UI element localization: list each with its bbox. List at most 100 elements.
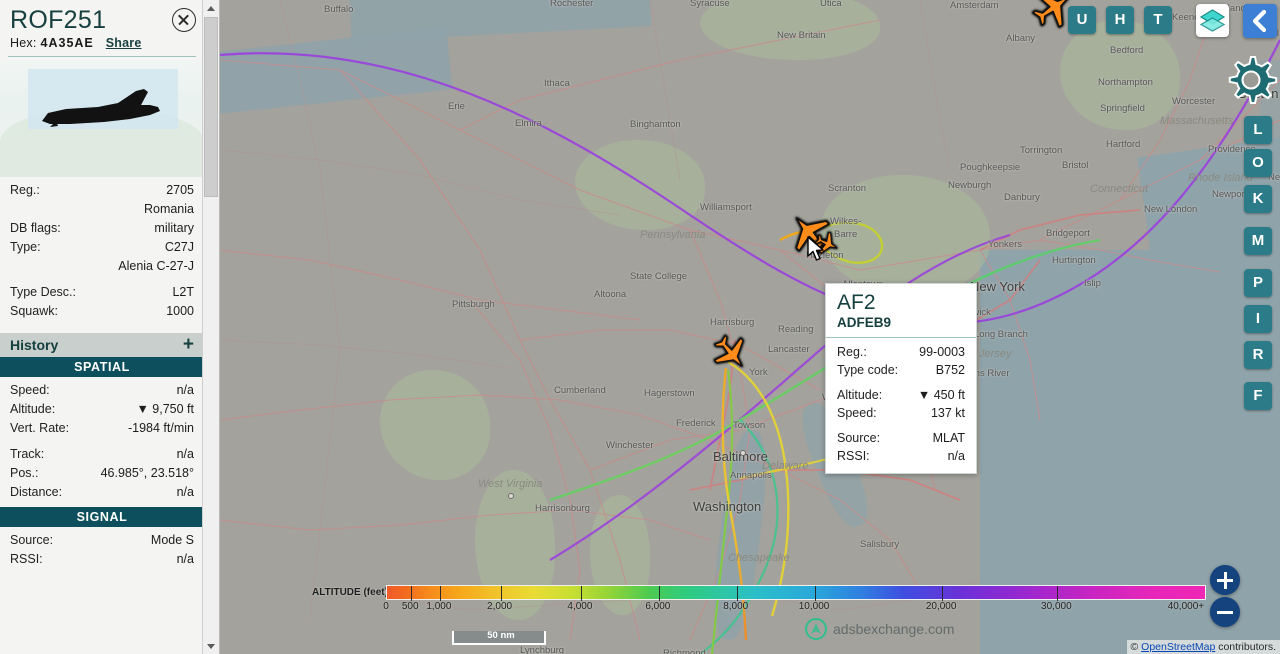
aircraft-marker-af2[interactable] (712, 335, 750, 371)
detail-key: Type: (10, 240, 41, 254)
detail-row: Alenia C-27-J (0, 257, 204, 276)
popup-key: Source: (837, 431, 881, 445)
altitude-legend-gradient (386, 585, 1206, 601)
detail-value: ▼ 9,750 ft (136, 402, 194, 416)
close-icon[interactable] (172, 8, 196, 32)
brand-label: adsbexchange.com (833, 621, 955, 637)
map-button-k[interactable]: K (1244, 185, 1272, 213)
share-link[interactable]: Share (106, 36, 142, 50)
detail-value: n/a (176, 383, 194, 397)
scrollbar-thumb[interactable] (204, 17, 218, 197)
legend-tick-label: 30,000 (1041, 601, 1072, 612)
map-button-f[interactable]: F (1244, 382, 1272, 410)
sidebar-callsign-title: ROF251 (10, 6, 107, 34)
popup-value: ▼ 450 ft (917, 388, 965, 402)
aircraft-detail-sidebar[interactable]: ROF251 Hex: 4A35AE Share Reg.: 2705 Romania D… (0, 0, 220, 654)
hex-label: Hex: (10, 36, 37, 50)
popup-value: 137 kt (930, 406, 965, 420)
detail-key: Distance: (10, 485, 63, 499)
collapse-panel-button[interactable] (1243, 4, 1277, 38)
legend-tick-label: 20,000 (925, 601, 957, 612)
adsbexchange-logo-icon (805, 618, 827, 640)
chevron-left-icon (1252, 9, 1267, 33)
map-button-r[interactable]: R (1244, 341, 1272, 369)
history-label: History (10, 337, 59, 353)
map-button-m[interactable]: M (1244, 227, 1272, 255)
aircraft-photo (0, 59, 204, 177)
detail-row: Vert. Rate: -1984 ft/min (0, 419, 204, 438)
scroll-down-arrow-icon[interactable] (203, 638, 219, 654)
sidebar-divider (8, 56, 196, 57)
detail-row: Track: n/a (0, 445, 204, 464)
attribution-suffix: contributors. (1215, 641, 1276, 653)
scroll-up-arrow-icon[interactable] (203, 0, 219, 16)
legend-tick-label: 6,000 (645, 601, 671, 612)
gear-icon (1228, 56, 1278, 104)
layers-button[interactable] (1196, 4, 1229, 37)
sidebar-hex-row: Hex: 4A35AE Share (10, 36, 194, 50)
popup-row: Altitude: ▼ 450 ft (837, 386, 965, 404)
settings-button[interactable] (1222, 52, 1280, 110)
map-button-u[interactable]: U (1068, 6, 1096, 34)
legend-tick-label: 8,000 (723, 601, 749, 612)
popup-value: MLAT (932, 431, 965, 445)
history-section-header[interactable]: History + (0, 333, 204, 357)
map-canvas[interactable]: Buffalo Rochester Syracuse Utica Amsterdam Ke… (220, 0, 1280, 654)
map-button-i[interactable]: I (1244, 305, 1272, 333)
detail-key: Pos.: (10, 466, 39, 480)
aircraft-info-popup[interactable]: AF2 ADFEB9 Reg.: 99-0003 Type code: B752 Alt… (825, 283, 977, 474)
legend-tick (942, 586, 944, 601)
popup-value: B752 (935, 363, 965, 377)
legend-tick (658, 586, 660, 601)
openstreetmap-link[interactable]: OpenStreetMap (1141, 641, 1215, 653)
popup-key: Speed: (837, 406, 877, 420)
legend-tick-label: 2,000 (487, 601, 513, 612)
altitude-legend-label: ALTITUDE (feet) (312, 587, 388, 598)
detail-value: n/a (176, 485, 194, 499)
popup-row: RSSI: n/a (837, 447, 965, 465)
detail-row: Distance: n/a (0, 483, 204, 502)
brand: adsbexchange.com (805, 618, 954, 640)
sidebar-scrollbar[interactable] (202, 0, 219, 654)
layers-icon (1199, 9, 1226, 32)
popup-row: Reg.: 99-0003 (837, 343, 965, 361)
detail-value: 2705 (166, 183, 194, 197)
detail-key: Vert. Rate: (10, 421, 70, 435)
aircraft-marker-small[interactable] (815, 232, 839, 255)
popup-key: Type code: (837, 363, 899, 377)
scale-bar: 50 nm (452, 630, 546, 645)
signal-band: SIGNAL (0, 507, 204, 527)
zoom-in-button[interactable] (1210, 565, 1240, 595)
popup-key: Reg.: (837, 345, 867, 359)
city-dot (740, 450, 746, 456)
city-dot (508, 493, 514, 499)
map-button-p[interactable]: P (1244, 269, 1272, 297)
legend-tick (580, 586, 582, 601)
popup-row: Source: MLAT (837, 429, 965, 447)
map-attribution: © OpenStreetMap contributors. (1126, 640, 1280, 654)
detail-key: Squawk: (10, 304, 58, 318)
map-button-l[interactable]: L (1244, 116, 1272, 144)
popup-value: n/a (947, 449, 965, 463)
sidebar-header: ROF251 Hex: 4A35AE Share (0, 0, 204, 50)
altitude-legend: ALTITUDE (feet) 0 500 1,000 2,000 4,000 6,000… (312, 585, 1212, 619)
map-button-t[interactable]: T (1144, 6, 1172, 34)
detail-value: Mode S (150, 533, 194, 547)
detail-row: RSSI: n/a (0, 550, 204, 569)
detail-key: Source: (10, 533, 54, 547)
history-expand-icon[interactable]: + (183, 335, 194, 354)
attribution-prefix: © (1130, 641, 1142, 653)
map-button-h[interactable]: H (1106, 6, 1134, 34)
spatial-band: SPATIAL (0, 357, 204, 377)
detail-value: Romania (143, 202, 194, 216)
detail-row: Speed: n/a (0, 381, 204, 400)
legend-tick (500, 586, 502, 601)
detail-value: 46.985°, 23.518° (100, 466, 194, 480)
popup-details: Reg.: 99-0003 Type code: B752 Altitude: ▼ 450… (826, 338, 976, 473)
detail-value: military (154, 221, 194, 235)
scale-bar-label: 50 nm (487, 630, 515, 641)
zoom-out-button[interactable] (1210, 597, 1240, 627)
legend-tick-label: 10,000 (798, 601, 830, 612)
spatial-list: Speed: n/a Altitude: ▼ 9,750 ft Vert. Rate: -… (0, 377, 204, 507)
map-button-o[interactable]: O (1244, 149, 1272, 177)
